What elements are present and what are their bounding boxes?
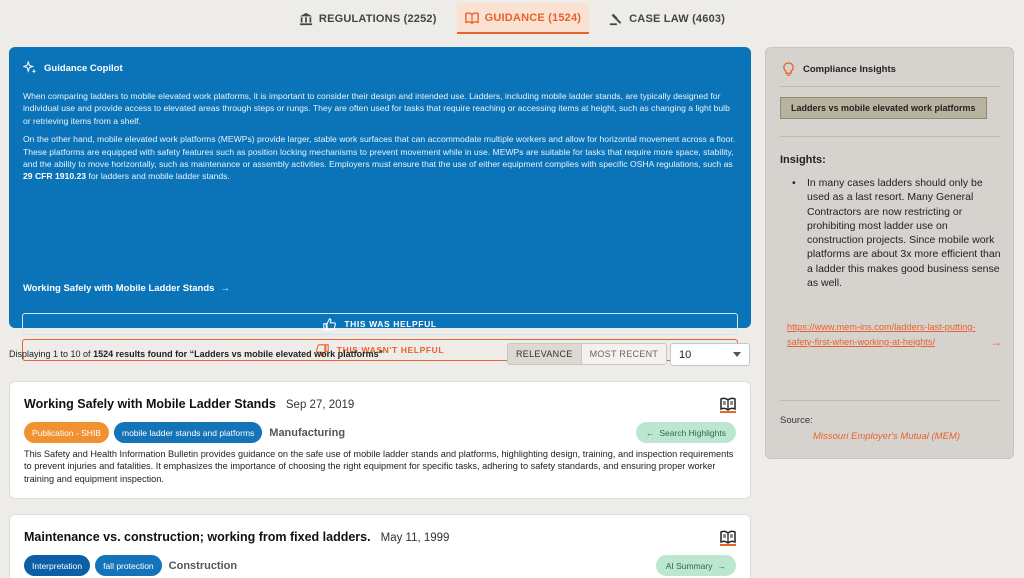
results-summary: Displaying 1 to 10 of 1524 results found… [9,349,384,359]
arrow-right-icon[interactable]: → [990,335,1002,349]
insights-title: Compliance Insights [803,64,896,75]
divider [780,86,1000,87]
per-page-select[interactable]: 10 [670,343,750,366]
copilot-paragraph-2: On the other hand, mobile elevated work … [23,134,736,182]
sort-toggle: RELEVANCE MOST RECENT [507,343,668,365]
tab-regulations-label: REGULATIONS (2252) [318,12,437,25]
result-category: Manufacturing [269,426,346,439]
search-highlights-button[interactable]: ← Search Highlights [635,422,736,443]
tag-publication-type[interactable]: Publication - SHIB [24,422,109,443]
result-tags: Interpretation fall protection Construct… [24,555,237,576]
chevron-down-icon [733,352,741,357]
tag-publication-type[interactable]: Interpretation [24,555,91,576]
tab-bar: REGULATIONS (2252) GUIDANCE (1524) CASE … [0,0,1024,34]
copilot-paragraph-1: When comparing ladders to mobile elevate… [23,91,730,126]
arrow-right-icon: → [717,560,727,571]
copilot-header: Guidance Copilot [23,61,123,75]
tab-guidance-label: GUIDANCE (1524) [484,11,582,24]
arrow-right-icon: → [220,283,230,294]
result-category: Construction [168,559,238,572]
ai-summary-button[interactable]: AI Summary → [655,555,736,576]
helpful-button[interactable]: THIS WAS HELPFUL [22,313,738,335]
insights-source-link[interactable]: https://www.mem-ins.com/ladders-last-put… [787,320,977,349]
compliance-insights-panel: Compliance Insights Ladders vs mobile el… [765,47,1014,459]
bank-icon [299,12,313,25]
source-name[interactable]: Missouri Employer's Mutual (MEM) [813,431,960,442]
regulation-reference[interactable]: 29 CFR 1910.23 [23,171,86,181]
insights-list: In many cases ladders should only be use… [792,176,1002,290]
result-description: This Safety and Health Information Bulle… [24,449,734,484]
tab-regulations[interactable]: REGULATIONS (2252) [291,3,445,34]
result-date: May 11, 1999 [380,532,450,544]
sort-relevance-button[interactable]: RELEVANCE [508,344,582,364]
arrow-left-icon: ← [645,427,655,438]
copilot-answer: When comparing ladders to mobile elevate… [23,90,739,189]
source-label: Source: [780,415,813,426]
tab-case-law[interactable]: CASE LAW (4603) [601,3,733,34]
lightbulb-icon [783,62,794,76]
result-title[interactable]: Working Safely with Mobile Ladder Stands [24,397,276,411]
tab-case-law-label: CASE LAW (4603) [629,12,726,25]
thumbs-up-icon [323,317,337,331]
sparkle-icon [23,61,37,74]
tab-guidance[interactable]: GUIDANCE (1524) [456,3,590,34]
insight-item: In many cases ladders should only be use… [792,176,1002,290]
insights-label: Insights: [780,154,826,166]
result-tags: Publication - SHIB mobile ladder stands … [24,422,345,443]
open-document-icon[interactable] [720,397,736,413]
result-date: Sep 27, 2019 [285,399,355,411]
result-card: Working Safely with Mobile Ladder Stands… [9,381,751,499]
sort-most-recent-button[interactable]: MOST RECENT [581,344,667,364]
result-card: Maintenance vs. construction; working fr… [9,514,751,578]
result-title[interactable]: Maintenance vs. construction; working fr… [24,530,371,544]
guidance-copilot-panel: Guidance Copilot When comparing ladders … [9,47,751,361]
gavel-icon [610,13,622,25]
tag-topic[interactable]: fall protection [95,555,162,576]
book-icon [464,11,479,24]
insights-header: Compliance Insights [782,62,896,77]
divider [780,136,1000,137]
insights-query: Ladders vs mobile elevated work platform… [780,97,987,119]
tag-topic[interactable]: mobile ladder stands and platforms [113,422,263,443]
divider [780,400,1000,401]
copilot-title: Guidance Copilot [44,62,123,74]
open-document-icon[interactable] [720,530,736,546]
copilot-source-link[interactable]: Working Safely with Mobile Ladder Stands… [23,283,230,294]
